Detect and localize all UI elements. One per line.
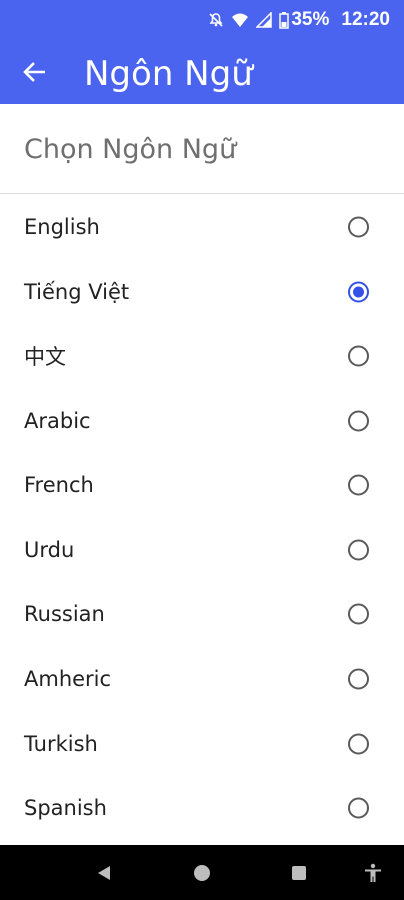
language-label: Amheric bbox=[24, 667, 112, 691]
language-label: Turkish bbox=[24, 732, 98, 756]
radio-button[interactable] bbox=[348, 668, 369, 690]
language-label: Spanish bbox=[24, 796, 107, 820]
language-item-amheric[interactable]: Amheric bbox=[0, 647, 404, 711]
language-label: Arabic bbox=[24, 409, 91, 433]
language-label: 中文 bbox=[24, 345, 66, 369]
language-item-chinese[interactable]: 中文 bbox=[0, 324, 404, 388]
status-bar: 35% 12:20 bbox=[0, 0, 404, 40]
language-label: Russian bbox=[24, 602, 105, 626]
section-header: Chọn Ngôn Ngữ bbox=[0, 104, 404, 194]
nav-recents-button[interactable] bbox=[269, 845, 329, 900]
language-label: Tiếng Việt bbox=[24, 280, 130, 304]
language-item-french[interactable]: French bbox=[0, 453, 404, 517]
radio-button[interactable] bbox=[348, 216, 369, 238]
language-label: English bbox=[24, 215, 100, 239]
back-button[interactable] bbox=[16, 54, 52, 90]
language-item-spanish[interactable]: Spanish bbox=[0, 776, 404, 840]
radio-button[interactable] bbox=[348, 603, 369, 625]
clock: 12:20 bbox=[341, 9, 390, 30]
radio-button[interactable] bbox=[348, 797, 369, 819]
mute-bell-icon bbox=[207, 11, 225, 29]
radio-button-selected[interactable] bbox=[348, 281, 369, 303]
language-item-turkish[interactable]: Turkish bbox=[0, 712, 404, 776]
radio-button[interactable] bbox=[348, 539, 369, 561]
language-item-russian[interactable]: Russian bbox=[0, 582, 404, 646]
language-item-english[interactable]: English bbox=[0, 195, 404, 259]
page-title: Ngôn Ngữ bbox=[84, 54, 253, 94]
arrow-left-icon bbox=[23, 62, 45, 82]
wifi-icon bbox=[231, 11, 249, 29]
home-circle-icon bbox=[194, 864, 210, 881]
recents-square-icon bbox=[292, 865, 306, 880]
language-item-vietnamese[interactable]: Tiếng Việt bbox=[0, 260, 404, 324]
back-triangle-icon bbox=[98, 865, 110, 880]
nav-home-button[interactable] bbox=[172, 845, 232, 900]
signal-icon bbox=[255, 11, 273, 29]
language-label: French bbox=[24, 473, 94, 497]
radio-button[interactable] bbox=[348, 733, 369, 755]
system-nav-bar bbox=[0, 845, 404, 900]
app-bar: 35% 12:20 Ngôn Ngữ bbox=[0, 0, 404, 104]
toolbar: Ngôn Ngữ bbox=[0, 40, 404, 104]
battery-indicator: 35% bbox=[279, 9, 329, 31]
battery-percent: 35% bbox=[291, 9, 330, 30]
nav-accessibility-button[interactable] bbox=[343, 845, 403, 900]
nav-back-button[interactable] bbox=[74, 845, 134, 900]
radio-button[interactable] bbox=[348, 410, 369, 432]
accessibility-icon bbox=[365, 863, 381, 882]
language-item-arabic[interactable]: Arabic bbox=[0, 389, 404, 453]
radio-button[interactable] bbox=[348, 345, 369, 367]
status-icons: 35% 12:20 bbox=[207, 8, 390, 32]
language-label: Urdu bbox=[24, 538, 75, 562]
radio-button[interactable] bbox=[348, 474, 369, 496]
language-item-urdu[interactable]: Urdu bbox=[0, 518, 404, 582]
section-title: Chọn Ngôn Ngữ bbox=[24, 134, 237, 165]
battery-icon bbox=[279, 11, 290, 29]
